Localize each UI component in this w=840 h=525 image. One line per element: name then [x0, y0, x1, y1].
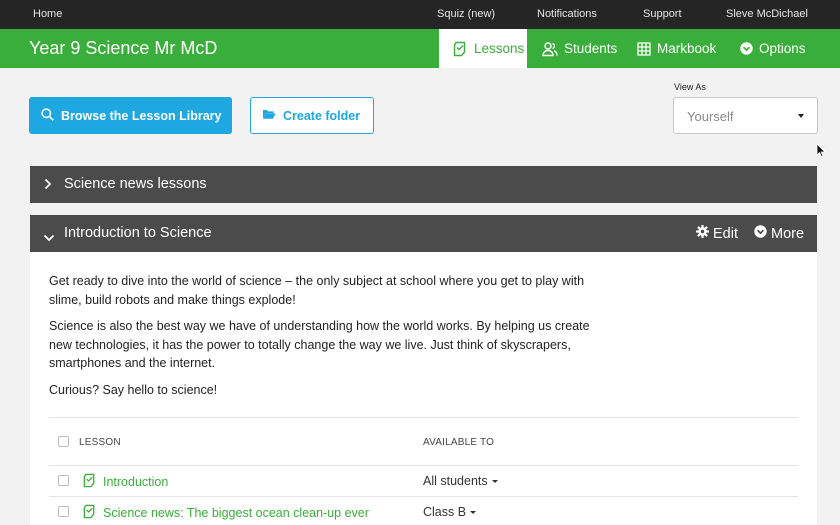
chevron-right-icon	[44, 178, 52, 194]
description-paragraph: Science is also the best way we have of …	[49, 319, 590, 370]
search-icon	[41, 107, 54, 124]
view-as-value: Yourself	[687, 109, 734, 124]
tab-students[interactable]: Students	[542, 29, 617, 68]
folder-open-icon	[262, 108, 276, 123]
create-folder-label: Create folder	[283, 108, 361, 123]
chevron-circle-down-icon	[754, 225, 767, 242]
user-menu[interactable]: Sleve McDichael	[726, 8, 808, 20]
divider	[49, 465, 798, 466]
lesson-link-introduction[interactable]: Introduction	[82, 473, 168, 491]
tab-markbook-label: Markbook	[657, 41, 717, 56]
folder-introduction-to-science[interactable]: Introduction to Science Edit More	[30, 215, 817, 252]
more-button[interactable]: More	[754, 225, 804, 242]
gear-icon	[696, 225, 709, 242]
description-paragraph: Curious? Say hello to science!	[49, 382, 218, 397]
lesson-link-science-news[interactable]: Science news: The biggest ocean clean-up…	[82, 504, 369, 522]
select-all-checkbox[interactable]	[58, 436, 69, 447]
folder-title: Science news lessons	[64, 176, 207, 192]
squiz-link[interactable]: Squiz (new)	[437, 8, 495, 20]
edit-button[interactable]: Edit	[696, 225, 738, 242]
tab-markbook[interactable]: Markbook	[637, 29, 716, 68]
caret-down-icon	[798, 114, 804, 118]
tab-lessons-label: Lessons	[474, 41, 525, 56]
availability-value: All students	[423, 474, 488, 488]
browse-lesson-library-label: Browse the Lesson Library	[61, 108, 222, 123]
row-checkbox[interactable]	[58, 475, 69, 486]
lesson-icon	[82, 504, 97, 522]
folder-science-news-lessons[interactable]: Science news lessons	[30, 166, 817, 203]
chevron-circle-icon	[740, 42, 753, 55]
more-label: More	[771, 225, 805, 242]
course-header: Year 9 Science Mr McD Lessons Students M…	[0, 29, 840, 68]
tab-options[interactable]: Options	[740, 29, 806, 68]
view-as-select[interactable]: Yourself	[673, 97, 818, 134]
browse-lesson-library-button[interactable]: Browse the Lesson Library	[29, 97, 232, 134]
tab-options-label: Options	[759, 41, 806, 56]
lessons-icon	[452, 41, 468, 57]
availability-dropdown[interactable]: Class B	[423, 505, 477, 519]
mouse-cursor-icon	[816, 143, 826, 162]
tab-lessons[interactable]: Lessons	[439, 29, 527, 68]
caret-down-icon	[470, 510, 477, 514]
tab-students-label: Students	[564, 41, 618, 56]
column-header-available-to: AVAILABLE TO	[423, 437, 495, 448]
notifications-link[interactable]: Notifications	[537, 8, 597, 20]
description-paragraph: Get ready to dive into the world of scie…	[49, 274, 585, 307]
edit-label: Edit	[713, 225, 738, 242]
availability-value: Class B	[423, 505, 467, 519]
folder-description: Get ready to dive into the world of scie…	[49, 272, 609, 407]
folder-title: Introduction to Science	[64, 225, 212, 241]
availability-dropdown[interactable]: All students	[423, 474, 498, 488]
create-folder-button[interactable]: Create folder	[250, 97, 374, 134]
lesson-title: Introduction	[103, 475, 169, 489]
lesson-icon	[82, 473, 97, 491]
top-nav-bar: Home Squiz (new) Notifications Support S…	[0, 0, 840, 29]
column-header-lesson: LESSON	[79, 437, 121, 448]
home-link[interactable]: Home	[33, 8, 62, 20]
row-checkbox[interactable]	[58, 506, 69, 517]
students-icon	[542, 41, 558, 57]
lesson-title: Science news: The biggest ocean clean-up…	[103, 506, 369, 520]
grid-icon	[637, 41, 651, 56]
folder-content-panel: Get ready to dive into the world of scie…	[30, 252, 817, 525]
support-link[interactable]: Support	[643, 8, 682, 20]
divider	[49, 417, 798, 418]
course-title: Year 9 Science Mr McD	[29, 38, 218, 58]
chevron-down-icon	[43, 230, 55, 246]
divider	[49, 496, 798, 497]
caret-down-icon	[491, 479, 498, 483]
view-as-label: View As	[674, 82, 706, 92]
